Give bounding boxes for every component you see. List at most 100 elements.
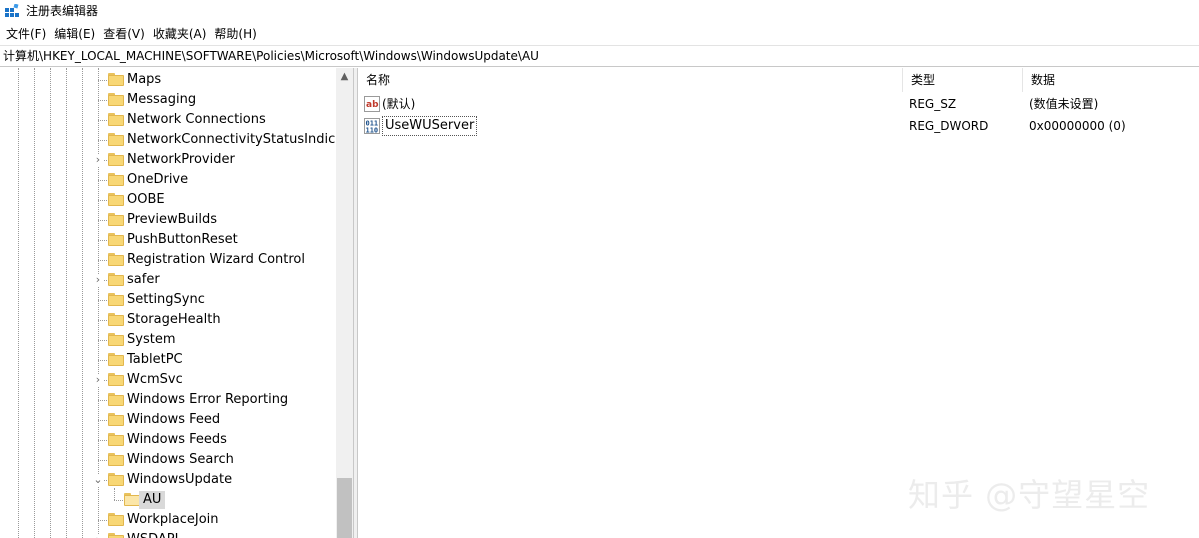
folder-icon <box>108 453 124 466</box>
tree-connector <box>98 320 107 321</box>
menu-view[interactable]: 查看(V) <box>101 23 151 45</box>
tree-node[interactable]: Registration Wizard Control <box>0 250 336 270</box>
tree-connector <box>98 200 107 201</box>
scroll-thumb[interactable] <box>337 478 352 538</box>
chevron-right-icon[interactable]: › <box>92 274 104 286</box>
folder-icon <box>108 333 124 346</box>
title-bar: 注册表编辑器 <box>0 0 1199 22</box>
address-path[interactable]: 计算机\HKEY_LOCAL_MACHINE\SOFTWARE\Policies… <box>3 46 539 66</box>
tree-node-label: OOBE <box>127 192 165 207</box>
menu-edit[interactable]: 编辑(E) <box>52 23 101 45</box>
tree-node[interactable]: PushButtonReset <box>0 230 336 250</box>
tree-node-label: PreviewBuilds <box>127 212 218 227</box>
tree-connector <box>98 100 107 101</box>
folder-icon <box>108 173 124 186</box>
value-row[interactable]: ab (默认) REG_SZ (数值未设置) <box>358 93 1199 115</box>
tree-node[interactable]: › NetworkProvider <box>0 150 336 170</box>
tree-node-label: NetworkConnectivityStatusIndicator <box>127 132 353 147</box>
tree-connector <box>98 520 107 521</box>
column-header-name[interactable]: 名称 <box>358 68 903 92</box>
folder-icon <box>108 213 124 226</box>
tree-node-label: Network Connections <box>127 112 266 127</box>
column-header-data[interactable]: 数据 <box>1023 68 1199 92</box>
tree-node[interactable]: Windows Feeds <box>0 430 336 450</box>
tree-node-label: PushButtonReset <box>127 232 238 247</box>
tree-node[interactable]: PreviewBuilds <box>0 210 336 230</box>
folder-icon <box>108 373 124 386</box>
folder-icon <box>108 393 124 406</box>
folder-icon <box>108 233 124 246</box>
menu-favorites[interactable]: 收藏夹(A) <box>151 23 213 45</box>
folder-icon <box>108 93 124 106</box>
menu-file[interactable]: 文件(F) <box>4 23 52 45</box>
window-title: 注册表编辑器 <box>26 4 99 18</box>
tree-node[interactable]: › WSDAPI <box>0 530 336 538</box>
tree-node[interactable]: NetworkConnectivityStatusIndicator <box>0 130 353 150</box>
tree-node[interactable]: OOBE <box>0 190 336 210</box>
binary-value-icon: 011 110 <box>364 118 380 134</box>
folder-icon <box>108 193 124 206</box>
tree-node-label: StorageHealth <box>127 312 221 327</box>
chevron-right-icon[interactable]: › <box>92 534 104 538</box>
tree-node-label: AU <box>139 491 166 509</box>
tree-node-label: safer <box>127 272 160 287</box>
folder-icon <box>108 513 124 526</box>
tree-node-label: Windows Search <box>127 452 234 467</box>
column-header-type[interactable]: 类型 <box>903 68 1023 92</box>
tree-node[interactable]: WorkplaceJoin <box>0 510 336 530</box>
tree-node[interactable]: Windows Error Reporting <box>0 390 336 410</box>
tree-connector <box>98 220 107 221</box>
folder-icon <box>108 293 124 306</box>
chevron-right-icon[interactable]: › <box>92 154 104 166</box>
tree-node-label: Windows Feed <box>127 412 221 427</box>
tree-node[interactable]: Windows Feed <box>0 410 336 430</box>
tree-node[interactable]: TabletPC <box>0 350 336 370</box>
tree-node-label: OneDrive <box>127 172 189 187</box>
folder-icon <box>108 73 124 86</box>
tree-node-label: Windows Error Reporting <box>127 392 289 407</box>
address-bar[interactable]: 计算机\HKEY_LOCAL_MACHINE\SOFTWARE\Policies… <box>0 45 1199 67</box>
tree-connector <box>98 360 107 361</box>
chevron-down-icon[interactable]: ⌄ <box>92 474 104 486</box>
tree-scrollbar[interactable]: ▲ <box>336 68 353 538</box>
tree-node[interactable]: AU <box>0 490 336 510</box>
tree-node-label: WSDAPI <box>127 531 178 538</box>
tree-node-label: Maps <box>127 72 162 87</box>
svg-text:110: 110 <box>366 127 379 135</box>
tree-node[interactable]: System <box>0 330 336 350</box>
menu-help[interactable]: 帮助(H) <box>212 23 262 45</box>
tree-node[interactable]: › WcmSvc <box>0 370 336 390</box>
folder-icon <box>108 253 124 266</box>
chevron-right-icon[interactable]: › <box>92 374 104 386</box>
tree-node[interactable]: Network Connections <box>0 110 336 130</box>
tree-connector <box>98 400 107 401</box>
tree-node-label: Registration Wizard Control <box>127 252 305 267</box>
tree-connector <box>114 500 123 501</box>
tree-node-label: WorkplaceJoin <box>127 512 219 527</box>
tree-node[interactable]: Maps <box>0 70 336 90</box>
tree-node[interactable]: SettingSync <box>0 290 336 310</box>
folder-icon <box>108 113 124 126</box>
tree-node-label: Messaging <box>127 92 197 107</box>
tree-connector <box>98 140 107 141</box>
tree-node[interactable]: StorageHealth <box>0 310 336 330</box>
tree-node[interactable]: Messaging <box>0 90 336 110</box>
tree-connector <box>98 180 107 181</box>
tree-node-label: System <box>127 332 176 347</box>
tree-node[interactable]: ⌄ WindowsUpdate <box>0 470 336 490</box>
tree-node-label: NetworkProvider <box>127 152 235 167</box>
scroll-up-arrow-icon[interactable]: ▲ <box>336 68 353 85</box>
menu-bar: 文件(F) 编辑(E) 查看(V) 收藏夹(A) 帮助(H) <box>0 23 1199 45</box>
tree-connector <box>98 80 107 81</box>
folder-icon <box>108 533 124 538</box>
tree-node[interactable]: Windows Search <box>0 450 336 470</box>
folder-icon <box>108 433 124 446</box>
folder-icon <box>108 313 124 326</box>
tree-node[interactable]: OneDrive <box>0 170 336 190</box>
key-tree: Maps Messaging Network Connections NetworkC… <box>0 68 353 538</box>
tree-node-label: WindowsUpdate <box>127 472 233 487</box>
tree-node[interactable]: › safer <box>0 270 336 290</box>
value-data: 0x00000000 (0) <box>1029 119 1126 133</box>
tree-node-label: TabletPC <box>127 352 183 367</box>
value-row[interactable]: 011 110 UseWUServer REG_DWORD 0x00000000… <box>358 115 1199 137</box>
